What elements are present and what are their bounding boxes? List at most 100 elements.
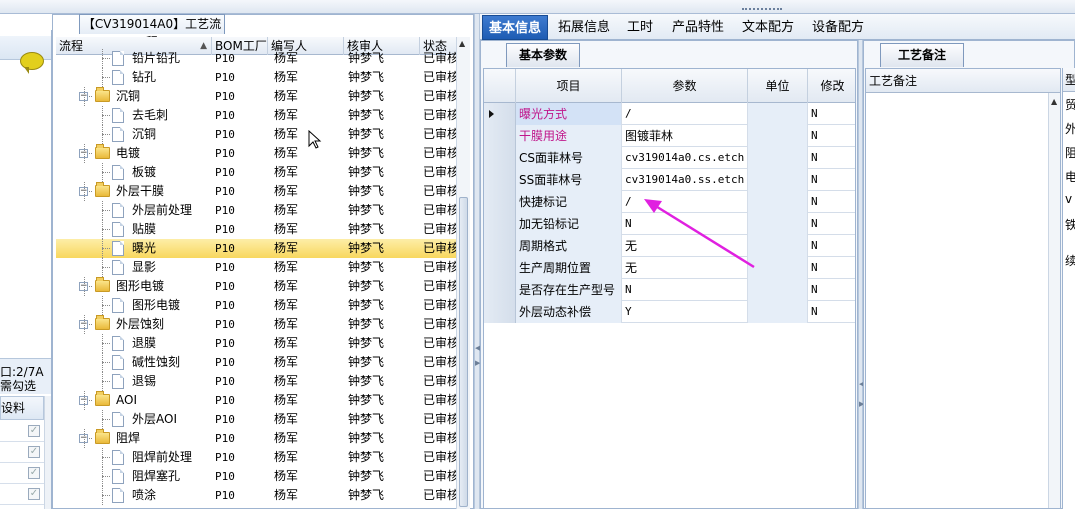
param-value-cell[interactable]: Y xyxy=(622,301,748,323)
reviewer-cell: 钟梦飞 xyxy=(348,108,385,122)
tree-step-row[interactable]: 沉铜 P10 杨军 钟梦飞 已审核 xyxy=(56,125,456,144)
col-header-item[interactable]: 项目 xyxy=(516,69,622,103)
left-checkbox-row[interactable]: ✓ xyxy=(0,463,44,484)
row-indicator[interactable] xyxy=(484,103,516,125)
reviewer-cell: 钟梦飞 xyxy=(348,146,385,160)
tree-step-row[interactable]: 贴膜 P10 杨军 钟梦飞 已审核 xyxy=(56,220,456,239)
checkbox[interactable]: ✓ xyxy=(28,488,40,500)
tree-step-row[interactable]: 阻焊前处理 P10 杨军 钟梦飞 已审核 xyxy=(56,448,456,467)
scroll-up-icon[interactable]: ▲ xyxy=(459,39,465,48)
param-modify-cell[interactable]: N xyxy=(808,169,855,191)
param-modify-cell[interactable]: N xyxy=(808,235,855,257)
param-modify-cell[interactable]: N xyxy=(808,191,855,213)
scroll-up-icon[interactable]: ▲ xyxy=(1051,97,1057,106)
tree-folder-row[interactable]: − 外层干膜 P10 杨军 钟梦飞 已审核 xyxy=(56,182,456,201)
row-indicator[interactable] xyxy=(484,125,516,147)
left-checkbox-row[interactable]: ✓ xyxy=(0,484,44,505)
param-unit-cell[interactable] xyxy=(748,169,808,191)
col-header-process-notes[interactable]: 工艺备注 xyxy=(866,69,1060,93)
row-indicator[interactable] xyxy=(484,213,516,235)
tab-extended-info[interactable]: 拓展信息 xyxy=(552,15,616,40)
tree-step-row[interactable]: 阻焊塞孔 P10 杨军 钟梦飞 已审核 xyxy=(56,467,456,486)
tree-folder-row[interactable]: − 图形电镀 P10 杨军 钟梦飞 已审核 xyxy=(56,277,456,296)
tree-step-row[interactable]: 退锡 P10 杨军 钟梦飞 已审核 xyxy=(56,372,456,391)
speech-bubble-icon[interactable] xyxy=(20,52,44,74)
param-row[interactable]: 干膜用途 图镀菲林 N xyxy=(484,125,855,147)
tree-step-row[interactable]: 铅片铅孔 P10 杨军 钟梦飞 已审核 xyxy=(56,49,456,68)
param-modify-cell[interactable]: N xyxy=(808,213,855,235)
param-row[interactable]: 外层动态补偿 Y N xyxy=(484,301,855,323)
tree-step-row[interactable]: 显影 P10 杨军 钟梦飞 已审核 xyxy=(56,258,456,277)
reviewer-cell: 钟梦飞 xyxy=(348,222,385,236)
row-indicator[interactable] xyxy=(484,257,516,279)
param-unit-cell[interactable] xyxy=(748,301,808,323)
checkbox[interactable]: ✓ xyxy=(28,467,40,479)
process-notes-tab[interactable]: 工艺备注 xyxy=(880,43,964,67)
row-indicator[interactable] xyxy=(484,147,516,169)
tab-basic-info[interactable]: 基本信息 xyxy=(482,15,549,40)
tab-product-features[interactable]: 产品特性 xyxy=(666,15,730,40)
tree-step-row[interactable]: 退膜 P10 杨军 钟梦飞 已审核 xyxy=(56,334,456,353)
col-header-modify[interactable]: 修改 xyxy=(808,69,855,103)
tab-work-hours[interactable]: 工时 xyxy=(621,15,659,40)
left-column-header[interactable]: 设料 xyxy=(0,396,44,420)
param-unit-cell[interactable] xyxy=(748,103,808,125)
param-unit-cell[interactable] xyxy=(748,147,808,169)
tree-step-row[interactable]: 曝光 P10 杨军 钟梦飞 已审核 xyxy=(56,239,456,258)
notes-scrollbar[interactable]: ▲ xyxy=(1048,93,1060,508)
param-row[interactable]: 是否存在生产型号 N N xyxy=(484,279,855,301)
tree-folder-row[interactable]: − AOI P10 杨军 钟梦飞 已审核 xyxy=(56,391,456,410)
checkbox[interactable]: ✓ xyxy=(28,425,40,437)
tab-equipment-recipe[interactable]: 设备配方 xyxy=(806,15,870,40)
tree-folder-row[interactable]: − 沉铜 P10 杨军 钟梦飞 已审核 xyxy=(56,87,456,106)
tree-step-row[interactable]: 喷涂 P10 杨军 钟梦飞 已审核 xyxy=(56,486,456,505)
param-unit-cell[interactable] xyxy=(748,125,808,147)
tree-folder-row[interactable]: − 阻焊 P10 杨军 钟梦飞 已审核 xyxy=(56,429,456,448)
tree-step-row[interactable]: 图形电镀 P10 杨军 钟梦飞 已审核 xyxy=(56,296,456,315)
tab-text-recipe[interactable]: 文本配方 xyxy=(736,15,800,40)
row-indicator[interactable] xyxy=(484,169,516,191)
tree-step-row[interactable]: 去毛刺 P10 杨军 钟梦飞 已审核 xyxy=(56,106,456,125)
tree-step-row[interactable]: 外层AOI P10 杨军 钟梦飞 已审核 xyxy=(56,410,456,429)
param-value-cell[interactable]: cv319014a0.ss.etch xyxy=(622,169,748,191)
param-modify-cell[interactable]: N xyxy=(808,301,855,323)
tree-step-row[interactable]: 钻孔 P10 杨军 钟梦飞 已审核 xyxy=(56,68,456,87)
reviewer-cell: 钟梦飞 xyxy=(348,51,385,65)
param-value-cell[interactable]: cv319014a0.cs.etch xyxy=(622,147,748,169)
row-indicator[interactable] xyxy=(484,301,516,323)
scroll-thumb[interactable] xyxy=(459,197,468,507)
param-modify-cell[interactable]: N xyxy=(808,147,855,169)
process-flow-tab[interactable]: 【CV319014A0】工艺流程 xyxy=(79,14,225,49)
param-row[interactable]: SS面菲林号 cv319014a0.ss.etch N xyxy=(484,169,855,191)
param-modify-cell[interactable]: N xyxy=(808,125,855,147)
document-icon xyxy=(112,355,124,370)
param-modify-cell[interactable]: N xyxy=(808,257,855,279)
basic-params-tab[interactable]: 基本参数 xyxy=(506,43,580,67)
far-right-header[interactable]: 型 xyxy=(1063,68,1075,92)
checkbox[interactable]: ✓ xyxy=(28,446,40,458)
flow-vertical-scrollbar[interactable]: ▲ xyxy=(456,37,470,509)
row-indicator[interactable] xyxy=(484,191,516,213)
splitter-grip[interactable] xyxy=(742,8,782,12)
tree-step-row[interactable]: 碱性蚀刻 P10 杨军 钟梦飞 已审核 xyxy=(56,353,456,372)
param-value-cell[interactable]: / xyxy=(622,103,748,125)
param-row[interactable]: CS面菲林号 cv319014a0.cs.etch N xyxy=(484,147,855,169)
tree-node-label: 去毛刺 xyxy=(132,108,169,122)
col-header-unit[interactable]: 单位 xyxy=(748,69,808,103)
left-checkbox-row[interactable]: ✓ xyxy=(0,421,44,442)
param-modify-cell[interactable]: N xyxy=(808,103,855,125)
tree-step-row[interactable]: 外层前处理 P10 杨军 钟梦飞 已审核 xyxy=(56,201,456,220)
col-header-value[interactable]: 参数 xyxy=(622,69,748,103)
row-indicator[interactable] xyxy=(484,235,516,257)
param-modify-cell[interactable]: N xyxy=(808,279,855,301)
param-value-cell[interactable]: N xyxy=(622,279,748,301)
tree-folder-row[interactable]: − 外层蚀刻 P10 杨军 钟梦飞 已审核 xyxy=(56,315,456,334)
left-checkbox-row[interactable]: ✓ xyxy=(0,442,44,463)
param-row[interactable]: 曝光方式 / N xyxy=(484,103,855,125)
tree-step-row[interactable]: 板镀 P10 杨军 钟梦飞 已审核 xyxy=(56,163,456,182)
row-indicator[interactable] xyxy=(484,279,516,301)
tree-folder-row[interactable]: − 电镀 P10 杨军 钟梦飞 已审核 xyxy=(56,144,456,163)
param-value-cell[interactable]: 图镀菲林 xyxy=(622,125,748,147)
left-scrollbar[interactable] xyxy=(44,396,51,509)
param-unit-cell[interactable] xyxy=(748,279,808,301)
